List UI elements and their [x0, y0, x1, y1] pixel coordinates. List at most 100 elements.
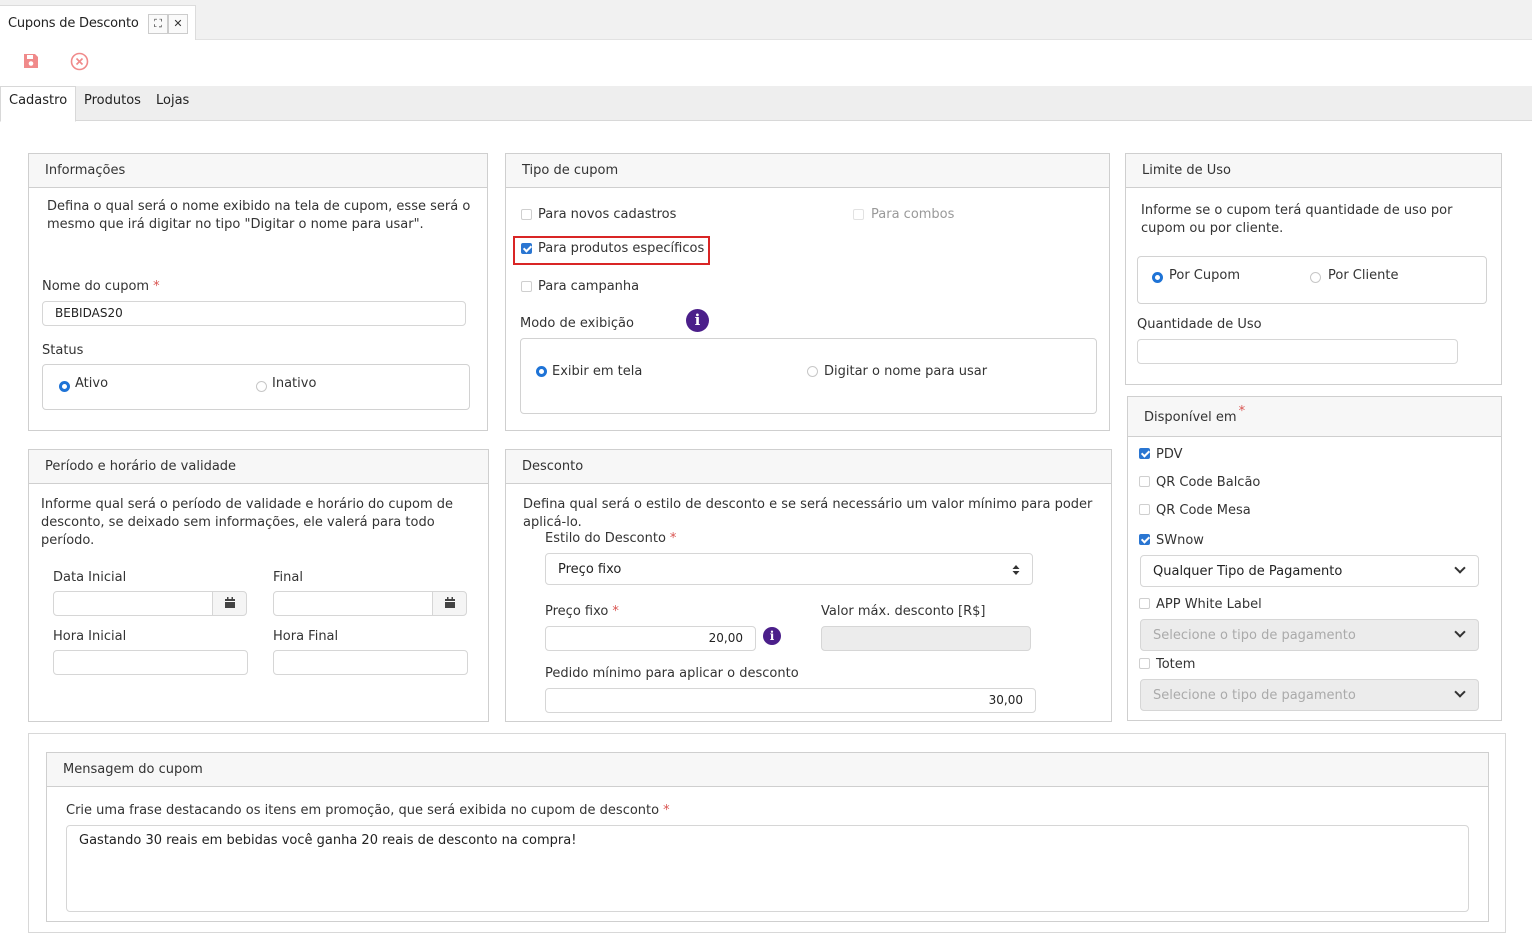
info-icon[interactable]: i: [686, 309, 709, 332]
por-cliente-radio[interactable]: [1310, 272, 1321, 283]
limite-uso-panel: Limite de Uso Informe se o cupom terá qu…: [1125, 153, 1502, 385]
app-white-label-label: APP White Label: [1156, 597, 1262, 612]
totem-payment-select[interactable]: Selecione o tipo de pagamento: [1140, 679, 1479, 711]
final-label: Final: [273, 570, 303, 585]
toolbar: [0, 41, 1532, 86]
chevron-down-icon: [1454, 686, 1466, 698]
valor-max-input[interactable]: [821, 626, 1031, 651]
valor-max-label: Valor máx. desconto [R$]: [821, 604, 986, 619]
status-inativo-label: Inativo: [272, 376, 317, 391]
mensagem-textarea[interactable]: Gastando 30 reais em bebidas você ganha …: [66, 825, 1469, 912]
status-ativo-label: Ativo: [75, 376, 109, 391]
swnow-checkbox[interactable]: [1139, 534, 1150, 545]
app-payment-select[interactable]: Selecione o tipo de pagamento: [1140, 619, 1479, 651]
close-tab-icon[interactable]: ✕: [168, 14, 188, 34]
pdv-checkbox[interactable]: [1139, 448, 1150, 459]
mensagem-outer: Mensagem do cupom Crie uma frase destaca…: [28, 733, 1506, 933]
hora-final-label: Hora Final: [273, 629, 339, 644]
calendar-icon[interactable]: [212, 591, 247, 616]
status-inativo-radio[interactable]: [256, 381, 267, 392]
app-payment-placeholder: Selecione o tipo de pagamento: [1153, 628, 1356, 643]
save-icon[interactable]: [22, 52, 40, 74]
tipo-cupom-title: Tipo de cupom: [506, 154, 1109, 188]
por-cupom-radio[interactable]: [1152, 272, 1163, 283]
quantidade-uso-label: Quantidade de Uso: [1137, 317, 1262, 332]
swnow-payment-select[interactable]: Qualquer Tipo de Pagamento: [1140, 555, 1479, 587]
data-final-input[interactable]: [273, 591, 433, 616]
estilo-desconto-select[interactable]: Preço fixo: [545, 553, 1033, 585]
limite-uso-group: Por Cupom Por Cliente: [1137, 256, 1487, 304]
app-white-label-checkbox[interactable]: [1139, 598, 1150, 609]
novos-cadastros-label: Para novos cadastros: [538, 207, 677, 222]
novos-cadastros-checkbox[interactable]: [521, 209, 532, 220]
exibir-tela-radio[interactable]: [536, 366, 547, 377]
desconto-description: Defina qual será o estilo de desconto e …: [523, 497, 1093, 530]
window-title: Cupons de Desconto: [8, 16, 139, 31]
pedido-minimo-input[interactable]: 30,00: [545, 688, 1036, 713]
estilo-desconto-label: Estilo do Desconto *: [545, 531, 677, 546]
tab-cadastro[interactable]: Cadastro: [0, 86, 77, 122]
digitar-nome-radio[interactable]: [807, 366, 818, 377]
periodo-description: Informe qual será o período de validade …: [41, 497, 454, 548]
pdv-label: PDV: [1156, 447, 1183, 462]
modo-exibicao-group: Exibir em tela Digitar o nome para usar: [520, 338, 1097, 414]
estilo-desconto-value: Preço fixo: [558, 562, 622, 577]
swnow-label: SWnow: [1156, 533, 1204, 548]
modo-exibicao-label: Modo de exibição: [520, 316, 634, 331]
hora-inicial-label: Hora Inicial: [53, 629, 127, 644]
chevron-down-icon: [1454, 626, 1466, 638]
data-inicial-input[interactable]: [53, 591, 213, 616]
info-icon[interactable]: i: [763, 627, 781, 645]
qr-balcao-checkbox[interactable]: [1139, 476, 1150, 487]
desconto-panel: Desconto Defina qual será o estilo de de…: [505, 449, 1112, 722]
hora-inicial-input[interactable]: [53, 650, 248, 675]
digitar-nome-label: Digitar o nome para usar: [824, 364, 988, 379]
mensagem-panel: Mensagem do cupom Crie uma frase destaca…: [46, 752, 1489, 922]
status-group: Ativo Inativo: [42, 364, 470, 410]
quantidade-uso-input[interactable]: [1137, 339, 1458, 364]
qr-mesa-label: QR Code Mesa: [1156, 503, 1251, 518]
status-ativo-radio[interactable]: [59, 381, 70, 392]
qr-balcao-label: QR Code Balcão: [1156, 475, 1261, 490]
preco-fixo-input[interactable]: 20,00: [545, 626, 756, 651]
cancel-circle-icon[interactable]: [70, 52, 89, 75]
exibir-tela-label: Exibir em tela: [552, 364, 643, 379]
chevron-down-icon: [1454, 562, 1466, 574]
por-cliente-label: Por Cliente: [1328, 268, 1399, 283]
tipo-cupom-panel: Tipo de cupom Para novos cadastros Para …: [505, 153, 1110, 431]
window-tab[interactable]: Cupons de Desconto ⛶ ✕: [0, 5, 196, 40]
produtos-especificos-checkbox[interactable]: [521, 243, 532, 254]
periodo-panel: Período e horário de validade Informe qu…: [28, 449, 489, 722]
por-cupom-label: Por Cupom: [1169, 268, 1240, 283]
preco-fixo-label: Preço fixo *: [545, 604, 619, 619]
nome-cupom-input[interactable]: BEBIDAS20: [42, 301, 466, 326]
limite-uso-title: Limite de Uso: [1126, 154, 1501, 188]
data-inicial-label: Data Inicial: [53, 570, 127, 585]
hora-final-input[interactable]: [273, 650, 468, 675]
qr-mesa-checkbox[interactable]: [1139, 504, 1150, 515]
expand-icon[interactable]: ⛶: [148, 14, 168, 34]
combos-checkbox[interactable]: [853, 209, 864, 220]
swnow-payment-value: Qualquer Tipo de Pagamento: [1153, 564, 1343, 579]
informacoes-title: Informações: [29, 154, 487, 188]
pedido-minimo-label: Pedido mínimo para aplicar o desconto: [545, 666, 799, 681]
window-tab-bar: Cupons de Desconto ⛶ ✕: [0, 0, 1532, 40]
campanha-checkbox[interactable]: [521, 281, 532, 292]
informacoes-panel: Informações Defina o qual será o nome ex…: [28, 153, 488, 431]
totem-label: Totem: [1156, 657, 1196, 672]
limite-uso-description: Informe se o cupom terá quantidade de us…: [1141, 203, 1453, 236]
totem-checkbox[interactable]: [1139, 658, 1150, 669]
nome-cupom-label: Nome do cupom *: [42, 279, 160, 294]
informacoes-description: Defina o qual será o nome exibido na tel…: [47, 199, 471, 232]
disponivel-panel: Disponível em * PDV QR Code Balcão QR Cod…: [1127, 396, 1502, 721]
tab-lojas[interactable]: Lojas: [156, 93, 189, 108]
calendar-icon[interactable]: [432, 591, 467, 616]
section-tabs: Cadastro Produtos Lojas: [0, 86, 1532, 122]
mensagem-label: Crie uma frase destacando os itens em pr…: [66, 803, 670, 818]
sort-arrows-icon: [1012, 565, 1020, 575]
campanha-label: Para campanha: [538, 279, 640, 294]
totem-payment-placeholder: Selecione o tipo de pagamento: [1153, 688, 1356, 703]
desconto-title: Desconto: [506, 450, 1111, 484]
tab-produtos[interactable]: Produtos: [84, 93, 141, 108]
disponivel-title: Disponível em *: [1128, 397, 1501, 437]
